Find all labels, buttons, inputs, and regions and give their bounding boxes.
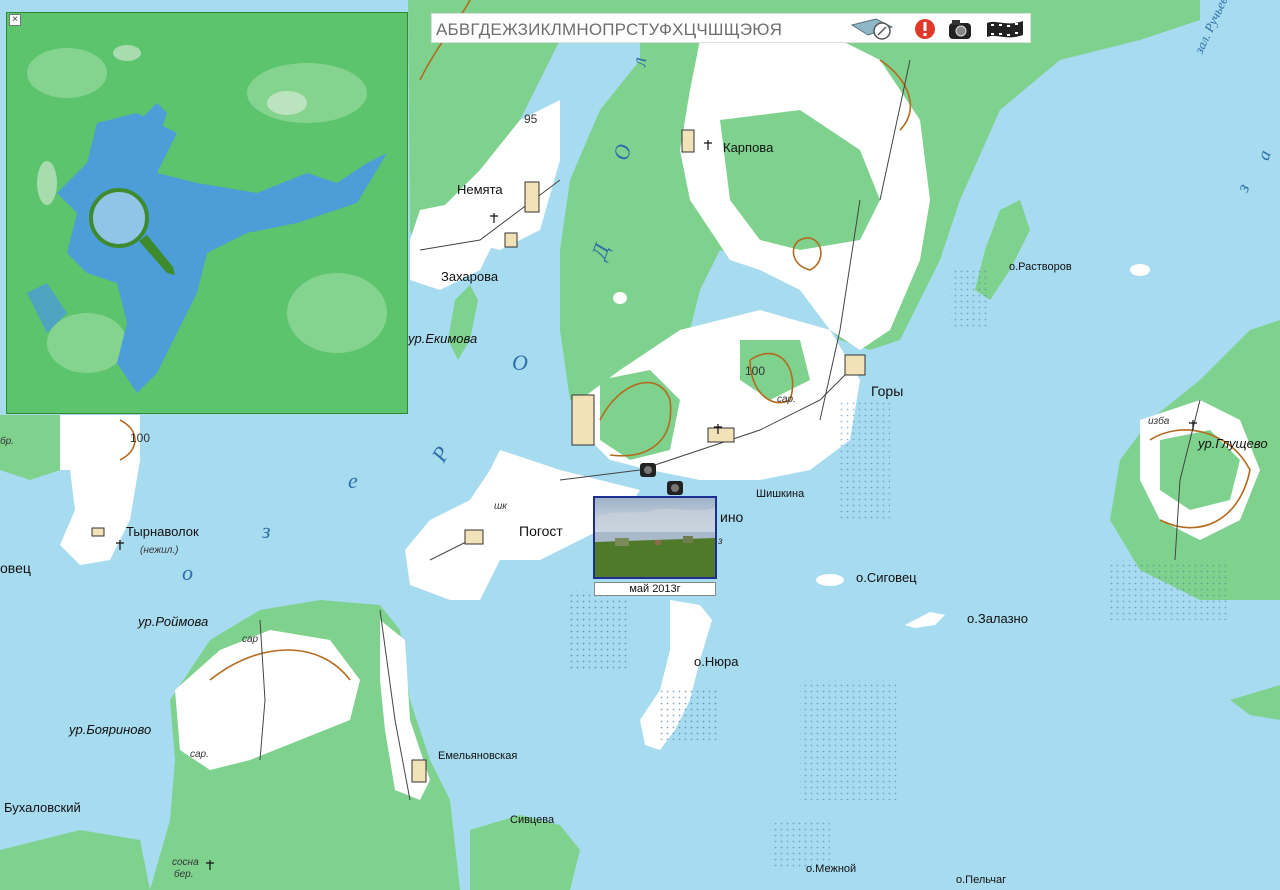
camera-marker-1[interactable] <box>640 463 656 477</box>
overview-map <box>7 13 407 413</box>
camera-marker-2[interactable] <box>667 481 683 495</box>
contour-label-100b: 100 <box>745 364 766 378</box>
label-karpova: Карпова <box>723 140 774 155</box>
label-ber: бер. <box>174 869 194 880</box>
photo-popup[interactable]: май 2013г <box>593 496 717 597</box>
photo-landscape <box>595 498 715 577</box>
lake-letter-o3: о <box>182 560 193 585</box>
film-icon[interactable] <box>985 17 1025 41</box>
label-shishkina: Шишкина <box>756 488 805 500</box>
contour-label-95: 95 <box>524 112 538 126</box>
alphabet-index[interactable]: АБВГДЕЖЗИКЛМНОПРСТУФХЦЧШЩЭЮЯ <box>436 20 782 40</box>
label-tyrnavolok: Тырнаволок <box>126 524 199 539</box>
label-sar-3: сар. <box>777 394 796 405</box>
contour-label-100a: 100 <box>130 431 151 445</box>
photo-caption: май 2013г <box>594 582 716 596</box>
label-sar-2: сар. <box>190 749 209 760</box>
label-glushchevo: ур.Глущево <box>1198 436 1268 451</box>
label-roimova: ур.Роймова <box>138 614 209 629</box>
label-sh: шк <box>494 501 508 512</box>
label-pogost: Погост <box>519 523 563 539</box>
lake-letter-z: з <box>261 518 271 543</box>
label-bukhalovsky: Бухаловский <box>4 800 81 815</box>
label-nemyata: Немята <box>457 182 503 197</box>
label-ekimova: ур.Екимова <box>408 331 478 346</box>
label-rastvorov: о.Растворов <box>1009 261 1072 273</box>
photo-thumbnail[interactable] <box>593 496 717 579</box>
label-pelchag: о.Пельчаг <box>956 874 1007 886</box>
compass-icon[interactable] <box>848 17 896 41</box>
label-emelyanovskaya: Емельяновская <box>438 750 518 762</box>
label-zalazno: о.Залазно <box>967 611 1028 626</box>
camera-icon[interactable] <box>947 17 973 41</box>
alert-icon[interactable] <box>913 17 937 41</box>
label-izba: изба <box>1148 416 1170 427</box>
label-nyura: о.Нюра <box>694 654 739 669</box>
toolbar: АБВГДЕЖЗИКЛМНОПРСТУФХЦЧШЩЭЮЯ <box>431 13 1031 43</box>
overview-minimap[interactable] <box>6 12 408 414</box>
label-ino: ино <box>720 509 744 525</box>
label-boyarinovo: ур.Бояриново <box>69 722 152 737</box>
lake-letter-e: е <box>348 468 358 493</box>
close-icon[interactable]: × <box>9 14 21 26</box>
label-three: з <box>718 536 723 547</box>
label-ovets: овец <box>0 560 31 576</box>
label-sigovets: о.Сиговец <box>856 570 917 585</box>
lake-letter-o2: О <box>512 350 528 375</box>
label-zakharova: Захарова <box>441 269 499 284</box>
label-nezhil: (нежил.) <box>140 545 179 556</box>
label-sar-1: сар <box>242 634 259 645</box>
label-sivtseva: Сивцева <box>510 814 555 826</box>
label-sosna: сосна <box>172 857 199 868</box>
label-gory: Горы <box>871 383 904 399</box>
label-mezhnoy: о.Межной <box>806 863 857 875</box>
label-br: бр. <box>0 436 14 447</box>
